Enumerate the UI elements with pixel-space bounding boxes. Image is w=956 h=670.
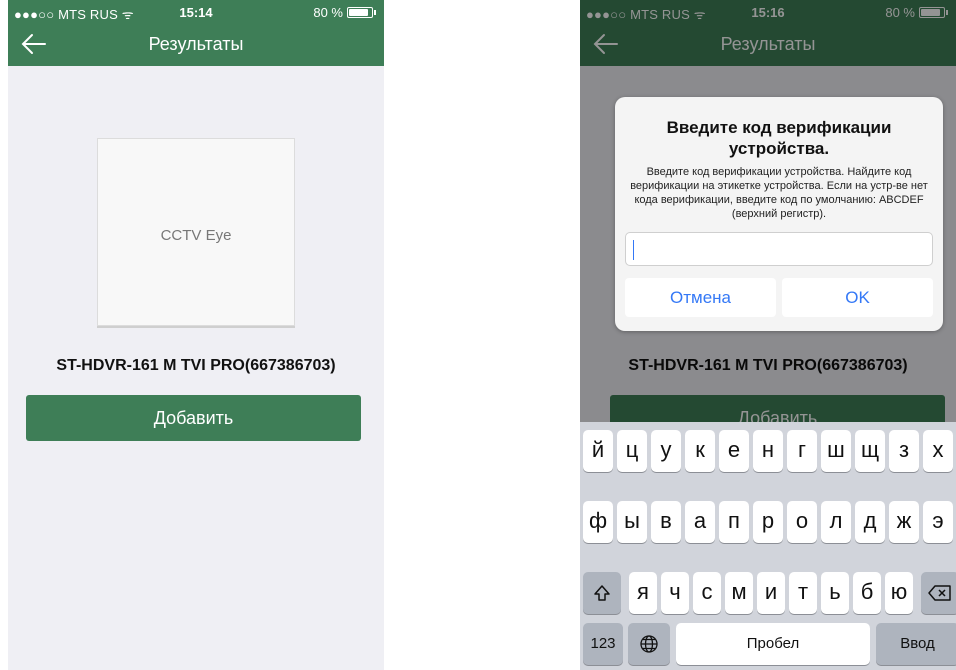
- key-2-6[interactable]: р: [753, 501, 783, 543]
- key-1-3[interactable]: у: [651, 430, 681, 472]
- keyboard: йцукенгшщзх фывапролджэ ячсмитьбю 123 Проб…: [580, 422, 956, 670]
- key-1-4[interactable]: к: [685, 430, 715, 472]
- key-2-10[interactable]: ж: [889, 501, 919, 543]
- key-2-5[interactable]: п: [719, 501, 749, 543]
- key-2-4[interactable]: а: [685, 501, 715, 543]
- globe-icon: [640, 635, 658, 653]
- ok-button[interactable]: OK: [782, 278, 933, 317]
- space-key[interactable]: Пробел: [676, 623, 870, 665]
- key-1-2[interactable]: ц: [617, 430, 647, 472]
- key-3-5[interactable]: и: [757, 572, 785, 614]
- backspace-icon: [928, 585, 951, 601]
- battery-percent: 80 %: [313, 5, 343, 20]
- key-1-10[interactable]: з: [889, 430, 919, 472]
- key-3-7[interactable]: ь: [821, 572, 849, 614]
- key-1-5[interactable]: е: [719, 430, 749, 472]
- dialog-title: Введите код верификации устройства.: [666, 118, 892, 158]
- key-3-2[interactable]: ч: [661, 572, 689, 614]
- shift-icon: [594, 585, 610, 601]
- key-3-8[interactable]: б: [853, 572, 881, 614]
- nav-bar: Результаты: [8, 24, 384, 66]
- add-button[interactable]: Добавить: [26, 395, 361, 441]
- key-2-1[interactable]: ф: [583, 501, 613, 543]
- key-3-1[interactable]: я: [629, 572, 657, 614]
- return-key[interactable]: Ввод: [876, 623, 956, 665]
- key-1-8[interactable]: ш: [821, 430, 851, 472]
- verification-dialog: Введите код верификации устройства. Введ…: [615, 97, 943, 331]
- text-cursor: [633, 240, 634, 260]
- key-3-4[interactable]: м: [725, 572, 753, 614]
- key-3-3[interactable]: с: [693, 572, 721, 614]
- key-2-3[interactable]: в: [651, 501, 681, 543]
- status-bar: ●●●○○ MTS RUS ᯤ 15:14 80 %: [8, 0, 384, 24]
- key-2-8[interactable]: л: [821, 501, 851, 543]
- numbers-key[interactable]: 123: [583, 623, 623, 665]
- cancel-button[interactable]: Отмена: [625, 278, 776, 317]
- shift-key[interactable]: [583, 572, 621, 614]
- key-2-9[interactable]: д: [855, 501, 885, 543]
- key-2-11[interactable]: э: [923, 501, 953, 543]
- dialog-message: Введите код верификации устройства. Найд…: [630, 166, 928, 220]
- verification-screen: ●●●○○ MTS RUS ᯤ 15:16 80 % Результаты ST…: [580, 0, 956, 670]
- key-3-9[interactable]: ю: [885, 572, 913, 614]
- key-1-6[interactable]: н: [753, 430, 783, 472]
- device-thumbnail: CCTV Eye: [97, 138, 295, 326]
- device-name: ST-HDVR-161 M TVI PRO(667386703): [56, 357, 336, 374]
- key-1-1[interactable]: й: [583, 430, 613, 472]
- backspace-key[interactable]: [921, 572, 956, 614]
- key-2-7[interactable]: о: [787, 501, 817, 543]
- results-screen: ●●●○○ MTS RUS ᯤ 15:14 80 % Результаты CC…: [8, 0, 384, 670]
- device-thumbnail-label: CCTV Eye: [160, 227, 232, 244]
- key-1-11[interactable]: х: [923, 430, 953, 472]
- battery-icon: [347, 7, 373, 18]
- globe-key[interactable]: [628, 623, 670, 665]
- verification-code-input[interactable]: [625, 232, 933, 266]
- page-title: Результаты: [148, 34, 244, 54]
- key-2-2[interactable]: ы: [617, 501, 647, 543]
- key-3-6[interactable]: т: [789, 572, 817, 614]
- battery-indicator: 80 %: [313, 5, 376, 20]
- key-1-7[interactable]: г: [787, 430, 817, 472]
- key-1-9[interactable]: щ: [855, 430, 885, 472]
